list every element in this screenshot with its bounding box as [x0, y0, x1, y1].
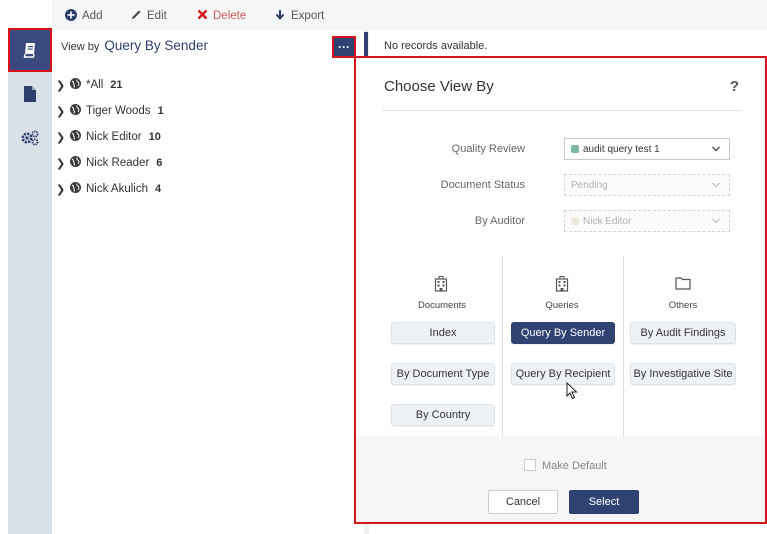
make-default-label: Make Default [542, 460, 607, 472]
quality-review-select[interactable]: audit query test 1 [564, 138, 730, 160]
building-icon [555, 276, 569, 297]
globe-icon [70, 130, 81, 144]
rail-item-library[interactable] [8, 28, 52, 72]
tree-item-count: 21 [110, 79, 123, 91]
tree-item-label: Nick Editor [86, 131, 142, 143]
by-auditor-value: Nick Editor [583, 215, 632, 227]
grid-header-marker [364, 32, 368, 58]
gears-icon [20, 129, 40, 147]
queries-heading: Queries [545, 300, 579, 311]
chevron-right-icon[interactable]: ❯ [56, 79, 68, 92]
by-auditor-select[interactable]: Nick Editor [564, 210, 730, 232]
plus-circle-icon [65, 8, 77, 24]
query-by-recipient-button[interactable]: Query By Recipient [511, 363, 615, 385]
document-status-row: Document Status Pending [356, 174, 767, 198]
quality-review-value: audit query test 1 [583, 143, 660, 155]
title-divider [382, 110, 742, 111]
chevron-down-icon [711, 180, 721, 193]
arrow-down-icon [274, 9, 286, 24]
select-button[interactable]: Select [569, 490, 639, 514]
tree-item-label: *All [86, 79, 104, 91]
by-auditor-label: By Auditor [474, 215, 525, 227]
review-swatch-icon [571, 145, 579, 153]
by-audit-findings-button[interactable]: By Audit Findings [630, 322, 736, 344]
globe-icon [70, 156, 81, 170]
pencil-icon [130, 9, 142, 24]
globe-icon [70, 104, 81, 118]
chevron-right-icon[interactable]: ❯ [56, 183, 68, 196]
globe-icon [70, 182, 81, 196]
mouse-cursor-icon [566, 381, 578, 405]
tree-item[interactable]: ❯ Tiger Woods 1 [52, 98, 164, 124]
nav-rail [8, 28, 52, 534]
tree-item-count: 4 [155, 183, 162, 195]
documents-heading: Documents [417, 300, 467, 311]
by-document-type-button[interactable]: By Document Type [391, 363, 495, 385]
tree-item[interactable]: ❯ Nick Reader 6 [52, 150, 164, 176]
folder-icon [675, 276, 691, 295]
choose-view-by-dialog: Choose View By ? Quality Review audit qu… [354, 56, 767, 524]
rail-item-settings[interactable] [8, 116, 52, 160]
add-button[interactable]: Add [65, 8, 102, 24]
edit-button[interactable]: Edit [130, 8, 167, 24]
globe-icon [70, 78, 81, 92]
tree-panel: View by Query By Sender ··· ❯ *All 21 ❯ … [52, 30, 364, 534]
tree-list: ❯ *All 21 ❯ Tiger Woods 1 ❯ Nick Editor … [52, 72, 164, 202]
category-divider [502, 256, 503, 436]
export-button[interactable]: Export [274, 8, 324, 24]
chevron-down-icon [711, 216, 721, 229]
book-icon [22, 42, 38, 58]
chevron-down-icon [711, 144, 721, 157]
dialog-title: Choose View By [384, 78, 494, 95]
quality-review-row: Quality Review audit query test 1 [356, 138, 767, 162]
app-window: Add Edit Delete Export View by Query By … [0, 0, 767, 534]
chevron-right-icon[interactable]: ❯ [56, 157, 68, 170]
others-heading: Others [668, 300, 698, 311]
document-status-value: Pending [571, 179, 608, 191]
by-auditor-row: By Auditor Nick Editor [356, 210, 767, 234]
view-by-more-button[interactable]: ··· [332, 36, 356, 58]
delete-label: Delete [213, 10, 247, 22]
tree-item-label: Tiger Woods [86, 105, 151, 117]
tree-item[interactable]: ❯ Nick Akulich 4 [52, 176, 164, 202]
cancel-button[interactable]: Cancel [488, 490, 558, 514]
help-icon[interactable]: ? [730, 78, 739, 95]
tree-item[interactable]: ❯ *All 21 [52, 72, 164, 98]
delete-button[interactable]: Delete [197, 8, 246, 24]
tree-item-count: 6 [156, 157, 163, 169]
category-divider [623, 256, 624, 436]
tree-item-label: Nick Reader [86, 157, 150, 169]
query-by-sender-button[interactable]: Query By Sender [511, 322, 615, 344]
chevron-right-icon[interactable]: ❯ [56, 105, 68, 118]
tree-item-count: 10 [148, 131, 161, 143]
by-investigative-site-button[interactable]: By Investigative Site [630, 363, 736, 385]
auditor-swatch-icon [571, 217, 579, 225]
by-country-button[interactable]: By Country [391, 404, 495, 426]
view-by-header: View by Query By Sender [61, 38, 208, 53]
dialog-footer: Make Default Cancel Select [356, 436, 765, 522]
add-label: Add [82, 10, 103, 22]
x-icon [197, 9, 208, 23]
chevron-right-icon[interactable]: ❯ [56, 131, 68, 144]
document-status-select[interactable]: Pending [564, 174, 730, 196]
tree-item-label: Nick Akulich [86, 183, 148, 195]
index-button[interactable]: Index [391, 322, 495, 344]
view-by-value: Query By Sender [104, 38, 208, 53]
quality-review-label: Quality Review [451, 143, 525, 155]
building-icon [434, 276, 448, 297]
export-label: Export [291, 10, 325, 22]
tree-item[interactable]: ❯ Nick Editor 10 [52, 124, 164, 150]
view-by-label: View by [61, 41, 100, 53]
edit-label: Edit [147, 10, 167, 22]
tree-item-count: 1 [157, 105, 164, 117]
toolbar: Add Edit Delete Export [52, 0, 767, 30]
no-records-message: No records available. [384, 40, 488, 52]
rail-item-documents[interactable] [8, 72, 52, 116]
document-status-label: Document Status [440, 179, 525, 191]
make-default-checkbox[interactable] [524, 459, 536, 471]
document-icon [23, 86, 37, 102]
